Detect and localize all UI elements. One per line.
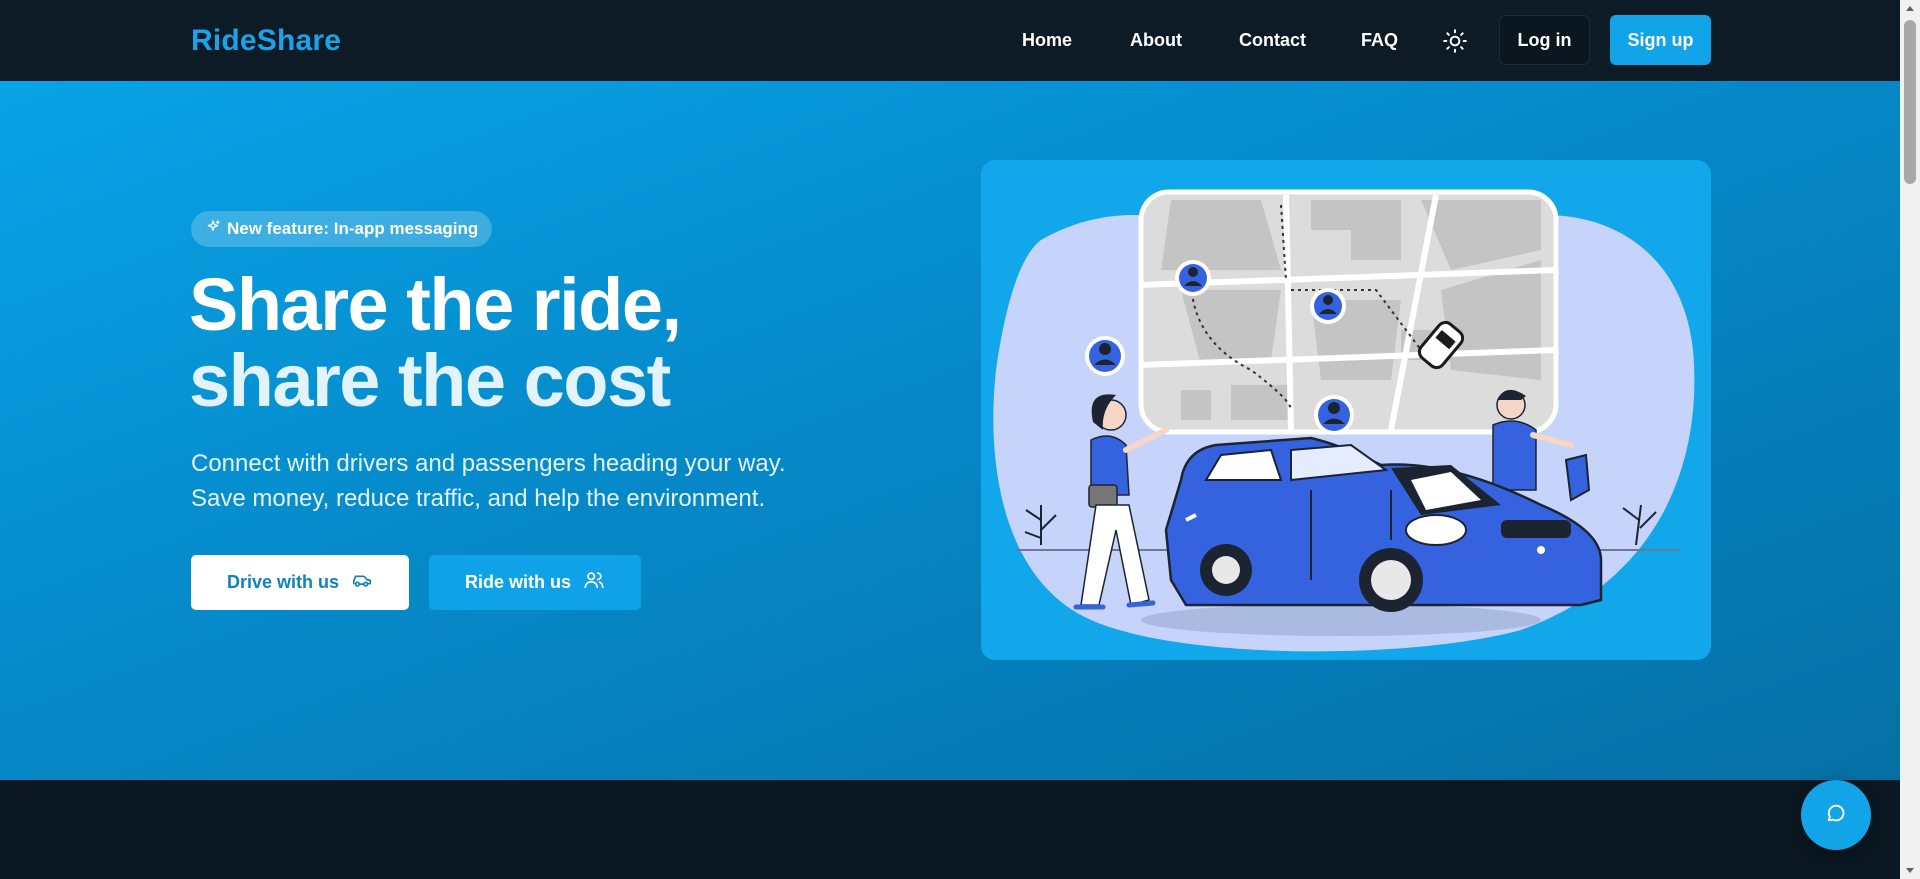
- next-section: [0, 780, 1900, 879]
- car-icon: [351, 569, 373, 596]
- rideshare-illustration: [981, 160, 1711, 660]
- top-navbar: RideShare Home About Contact FAQ Log in …: [0, 0, 1900, 81]
- ride-button-label: Ride with us: [464, 572, 571, 592]
- hero-title-line1: Share the ride,: [189, 263, 682, 346]
- brand-logo[interactable]: RideShare: [191, 24, 341, 58]
- hero-title: Share the ride, share the cost: [189, 267, 682, 422]
- sparkle-icon: [205, 219, 221, 240]
- chat-bubble-icon: [1825, 802, 1847, 829]
- scroll-down-arrow-icon[interactable]: [1900, 862, 1920, 879]
- hero-subtitle: Connect with drivers and passengers head…: [191, 450, 786, 512]
- feature-badge[interactable]: New feature: In-app messaging: [191, 211, 493, 247]
- feature-badge-label: New feature: In-app messaging: [227, 219, 479, 238]
- nav-link-contact[interactable]: Contact: [1239, 30, 1306, 51]
- nav-link-about[interactable]: About: [1130, 30, 1182, 51]
- users-icon: [583, 569, 605, 596]
- nav-link-faq[interactable]: FAQ: [1361, 30, 1398, 51]
- scrollbar-thumb[interactable]: [1904, 20, 1916, 184]
- drive-button-label: Drive with us: [226, 572, 340, 592]
- login-button[interactable]: Log in: [1499, 15, 1590, 65]
- ride-with-us-button[interactable]: Ride with us: [429, 555, 641, 610]
- hero-title-line2: share the cost: [189, 339, 671, 422]
- chat-button[interactable]: [1801, 780, 1871, 850]
- drive-with-us-button[interactable]: Drive with us: [191, 555, 409, 610]
- nav-link-home[interactable]: Home: [1022, 30, 1072, 51]
- page-scrollbar[interactable]: [1900, 0, 1920, 879]
- scroll-up-arrow-icon[interactable]: [1900, 0, 1920, 17]
- hero-section: New feature: In-app messaging Share the …: [0, 81, 1900, 780]
- signup-button[interactable]: Sign up: [1610, 15, 1711, 65]
- sun-icon[interactable]: [1442, 28, 1468, 54]
